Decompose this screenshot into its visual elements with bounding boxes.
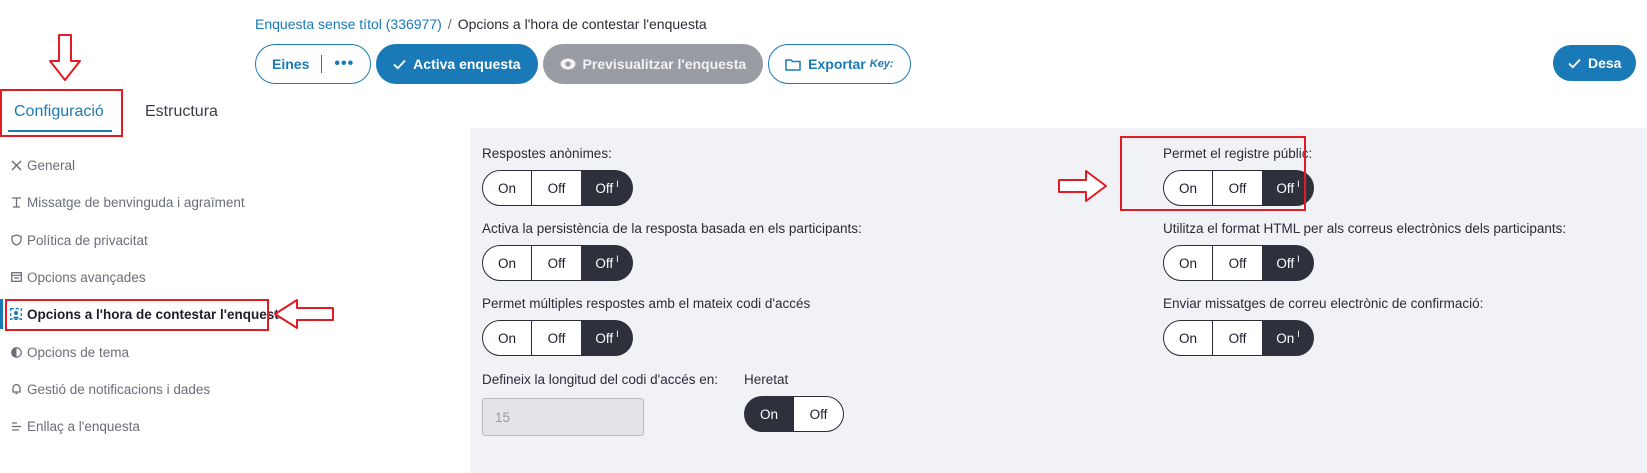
toggle-inherit[interactable]: Off I: [581, 170, 633, 206]
annotation-box-configuration-tab: [0, 89, 123, 137]
sidebar-item-label: Opcions avançades: [27, 269, 146, 285]
text-icon: [10, 196, 22, 208]
multiple-toggle-group: On Off Off I: [482, 320, 810, 356]
tab-structure[interactable]: Estructura: [145, 92, 218, 132]
tools-icon: [10, 159, 22, 171]
setting-multiple-responses: Permet múltiples respostes amb el mateix…: [482, 294, 810, 356]
inherit-marker: I: [616, 179, 619, 189]
breadcrumb-current: Opcions a l'hora de contestar l'enquesta: [457, 16, 707, 32]
folder-icon: [785, 58, 801, 71]
toggle-inherit-value: Off: [595, 180, 614, 196]
toggle-on[interactable]: On: [1163, 245, 1213, 281]
setting-label: Heretat: [744, 372, 789, 387]
setting-access-code-length: Defineix la longitud del codi d'accés en…: [482, 370, 718, 436]
setting-label: Defineix la longitud del codi d'accés en…: [482, 372, 718, 387]
toggle-inherit[interactable]: Off I: [581, 245, 633, 281]
toggle-on[interactable]: On: [1163, 320, 1213, 356]
setting-inherited: Heretat On Off: [744, 370, 844, 432]
right-arrow-icon: [1058, 170, 1107, 202]
inherited-toggle-group: On Off: [744, 396, 844, 432]
toggle-inherit-value: Off: [595, 330, 614, 346]
access-code-length-input[interactable]: 15: [482, 398, 644, 436]
toggle-on[interactable]: On: [744, 396, 794, 432]
toggle-off[interactable]: Off: [531, 320, 582, 356]
annotation-box-participant-options: [5, 299, 269, 331]
export-button[interactable]: Exportar Key:: [768, 44, 911, 84]
annotation-box-public-registration: [1120, 136, 1306, 211]
toggle-inherit-value: Off: [1276, 255, 1295, 271]
contrast-icon: [10, 346, 22, 358]
toggle-inherit-value: On: [1276, 330, 1295, 346]
setting-anonymous-responses: Respostes anònimes: On Off Off I: [482, 144, 633, 206]
more-dots-icon[interactable]: •••: [334, 55, 354, 73]
sidebar-item-label: Gestió de notificacions i dades: [27, 381, 211, 397]
toggle-off[interactable]: Off: [531, 170, 582, 206]
breadcrumb-separator: /: [447, 16, 452, 32]
confirmation-email-toggle-group: On Off On I: [1163, 320, 1483, 356]
sidebar-item-label: Opcions de tema: [27, 344, 130, 360]
sidebar-item-theme-options[interactable]: Opcions de tema: [0, 337, 300, 367]
html-email-toggle-group: On Off Off I: [1163, 245, 1566, 281]
sidebar-item-privacy-policy[interactable]: Política de privacitat: [0, 225, 300, 255]
survey-settings-page: Enquesta sense títol (336977) / Opcions a …: [0, 0, 1647, 473]
bell-icon: [10, 383, 22, 395]
setting-confirmation-email: Enviar missatges de correu electrònic de…: [1163, 294, 1483, 356]
eye-icon: [560, 58, 576, 70]
check-icon: [1568, 58, 1581, 69]
inherit-marker: I: [1297, 329, 1300, 339]
setting-label: Activa la persistència de la resposta ba…: [482, 221, 862, 236]
toggle-off[interactable]: Off: [1212, 245, 1263, 281]
check-icon: [393, 59, 406, 70]
setting-label: Respostes anònimes:: [482, 146, 612, 161]
tools-button-label: Eines: [272, 56, 310, 72]
toggle-on[interactable]: On: [482, 320, 532, 356]
shield-icon: [10, 234, 22, 246]
persistence-toggle-group: On Off Off I: [482, 245, 862, 281]
sidebar-item-label: Enllaç a l'enquesta: [27, 418, 140, 434]
preview-survey-button[interactable]: Previsualitzar l'enquesta: [542, 44, 764, 84]
inherit-marker: I: [616, 254, 619, 264]
list-icon: [10, 420, 22, 432]
save-button[interactable]: Desa: [1553, 45, 1637, 81]
preview-survey-label: Previsualitzar l'enquesta: [582, 56, 747, 72]
save-label: Desa: [1588, 55, 1622, 71]
sidebar-item-advanced-options[interactable]: Opcions avançades: [0, 262, 300, 292]
sidebar-item-label: General: [27, 157, 76, 173]
toggle-on[interactable]: On: [482, 245, 532, 281]
activate-survey-label: Activa enquesta: [413, 56, 521, 72]
toggle-inherit[interactable]: On I: [1262, 320, 1314, 356]
down-arrow-icon: [49, 34, 81, 81]
setting-label: Permet múltiples respostes amb el mateix…: [482, 296, 811, 311]
export-label: Exportar: [808, 56, 866, 72]
tools-button[interactable]: Eines •••: [255, 44, 372, 84]
toggle-inherit[interactable]: Off I: [1262, 245, 1314, 281]
inherit-marker: I: [616, 329, 619, 339]
setting-label: Utilitza el format HTML per als correus …: [1163, 221, 1567, 236]
sidebar-item-general[interactable]: General: [0, 150, 300, 180]
breadcrumb: Enquesta sense títol (336977) / Opcions a …: [255, 16, 707, 32]
setting-response-persistence: Activa la persistència de la resposta ba…: [482, 219, 862, 281]
toggle-inherit[interactable]: Off I: [581, 320, 633, 356]
sidebar-item-label: Política de privacitat: [27, 232, 148, 248]
sidebar-item-notifications[interactable]: Gestió de notificacions i dades: [0, 374, 300, 404]
left-arrow-icon: [274, 299, 334, 329]
setting-html-email: Utilitza el format HTML per als correus …: [1163, 219, 1566, 281]
toggle-inherit-value: Off: [595, 255, 614, 271]
anonymous-toggle-group: On Off Off I: [482, 170, 633, 206]
setting-label: Enviar missatges de correu electrònic de…: [1163, 296, 1484, 311]
toggle-off[interactable]: Off: [531, 245, 582, 281]
export-key-label: Key:: [869, 58, 894, 70]
sidebar-item-survey-link[interactable]: Enllaç a l'enquesta: [0, 411, 300, 441]
toggle-on[interactable]: On: [482, 170, 532, 206]
activate-survey-button[interactable]: Activa enquesta: [376, 44, 538, 84]
inherit-marker: I: [1297, 254, 1300, 264]
sidebar-item-welcome-message[interactable]: Missatge de benvinguda i agraïment: [0, 187, 300, 217]
toggle-off[interactable]: Off: [793, 396, 844, 432]
survey-toolbar: Eines ••• Activa enquesta Previsualitzar…: [255, 44, 911, 84]
window-icon: [10, 271, 22, 283]
tools-divider: [321, 55, 323, 73]
toggle-off[interactable]: Off: [1212, 320, 1263, 356]
sidebar-item-label: Missatge de benvinguda i agraïment: [27, 194, 245, 210]
breadcrumb-survey-link[interactable]: Enquesta sense títol (336977): [255, 16, 442, 32]
